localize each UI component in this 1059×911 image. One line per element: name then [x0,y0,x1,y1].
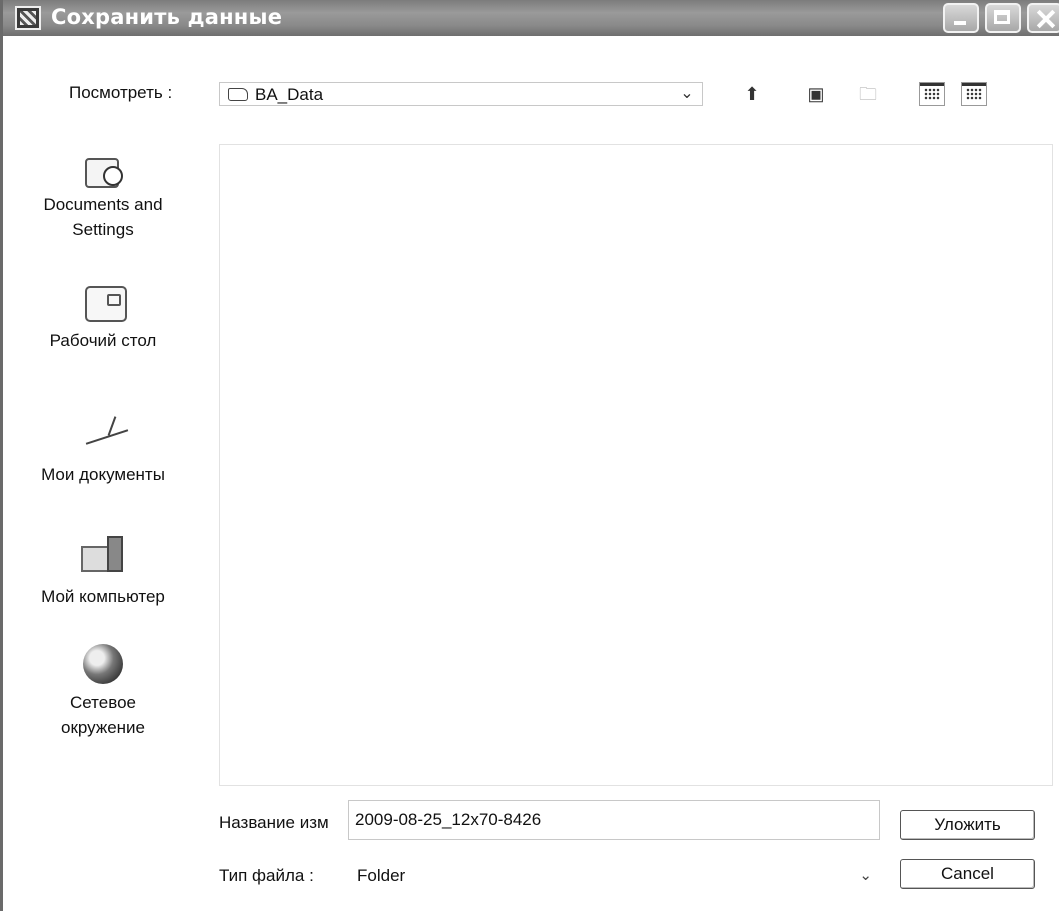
places-bar: Documents and Settings Рабочий стол Мои … [3,140,203,790]
chevron-down-icon[interactable]: ⌄ [678,85,696,103]
documents-settings-icon [77,140,129,192]
filetype-label: Тип файла : [219,866,314,885]
place-desktop[interactable]: Рабочий стол [3,276,203,353]
place-label: Мои документы [41,465,165,484]
place-label: Рабочий стол [49,331,157,350]
up-folder-icon[interactable]: ⬆ [739,82,765,106]
place-my-documents[interactable]: Мои документы [3,410,203,487]
save-button[interactable]: Уложить [900,810,1035,840]
place-label: Мой компьютер [41,587,165,606]
file-list[interactable] [219,144,1053,786]
cancel-button[interactable]: Cancel [900,859,1035,889]
network-icon [77,638,129,690]
place-documents-and-settings[interactable]: Documents and Settings [3,140,203,242]
place-my-computer[interactable]: Мой компьютер [3,532,203,609]
new-folder-icon[interactable]: 🗀 [855,82,881,106]
filetype-value: Folder [357,866,406,885]
place-label: Documents and Settings [43,195,163,239]
my-computer-icon [77,532,129,584]
my-documents-icon [77,410,129,462]
folder-icon [228,88,248,101]
filetype-select[interactable]: Folder ⌄ [348,856,880,896]
desktop-icon [77,276,129,328]
place-label: Сетевое окружение [60,693,145,737]
title-bar[interactable]: Сохранить данные [3,0,1059,36]
place-network[interactable]: Сетевое окружение [3,638,203,740]
minimize-button[interactable] [943,3,979,33]
list-view-icon[interactable] [919,82,945,106]
filename-input[interactable] [348,800,880,840]
close-button[interactable] [1027,3,1059,33]
app-icon[interactable] [15,6,41,30]
details-view-icon[interactable] [961,82,987,106]
look-in-dropdown[interactable]: BA_Data ⌄ [219,82,703,106]
save-dialog: Сохранить данные Посмотреть : BA_Data ⌄ … [0,0,1059,911]
window-title: Сохранить данные [51,5,283,29]
look-in-value: BA_Data [255,85,324,104]
chevron-down-icon[interactable]: ⌄ [859,866,872,884]
maximize-button[interactable] [985,3,1021,33]
filename-label: Название изм [219,813,329,832]
look-in-label: Посмотреть : [69,83,173,102]
desktop-icon[interactable]: ▣ [803,82,829,106]
